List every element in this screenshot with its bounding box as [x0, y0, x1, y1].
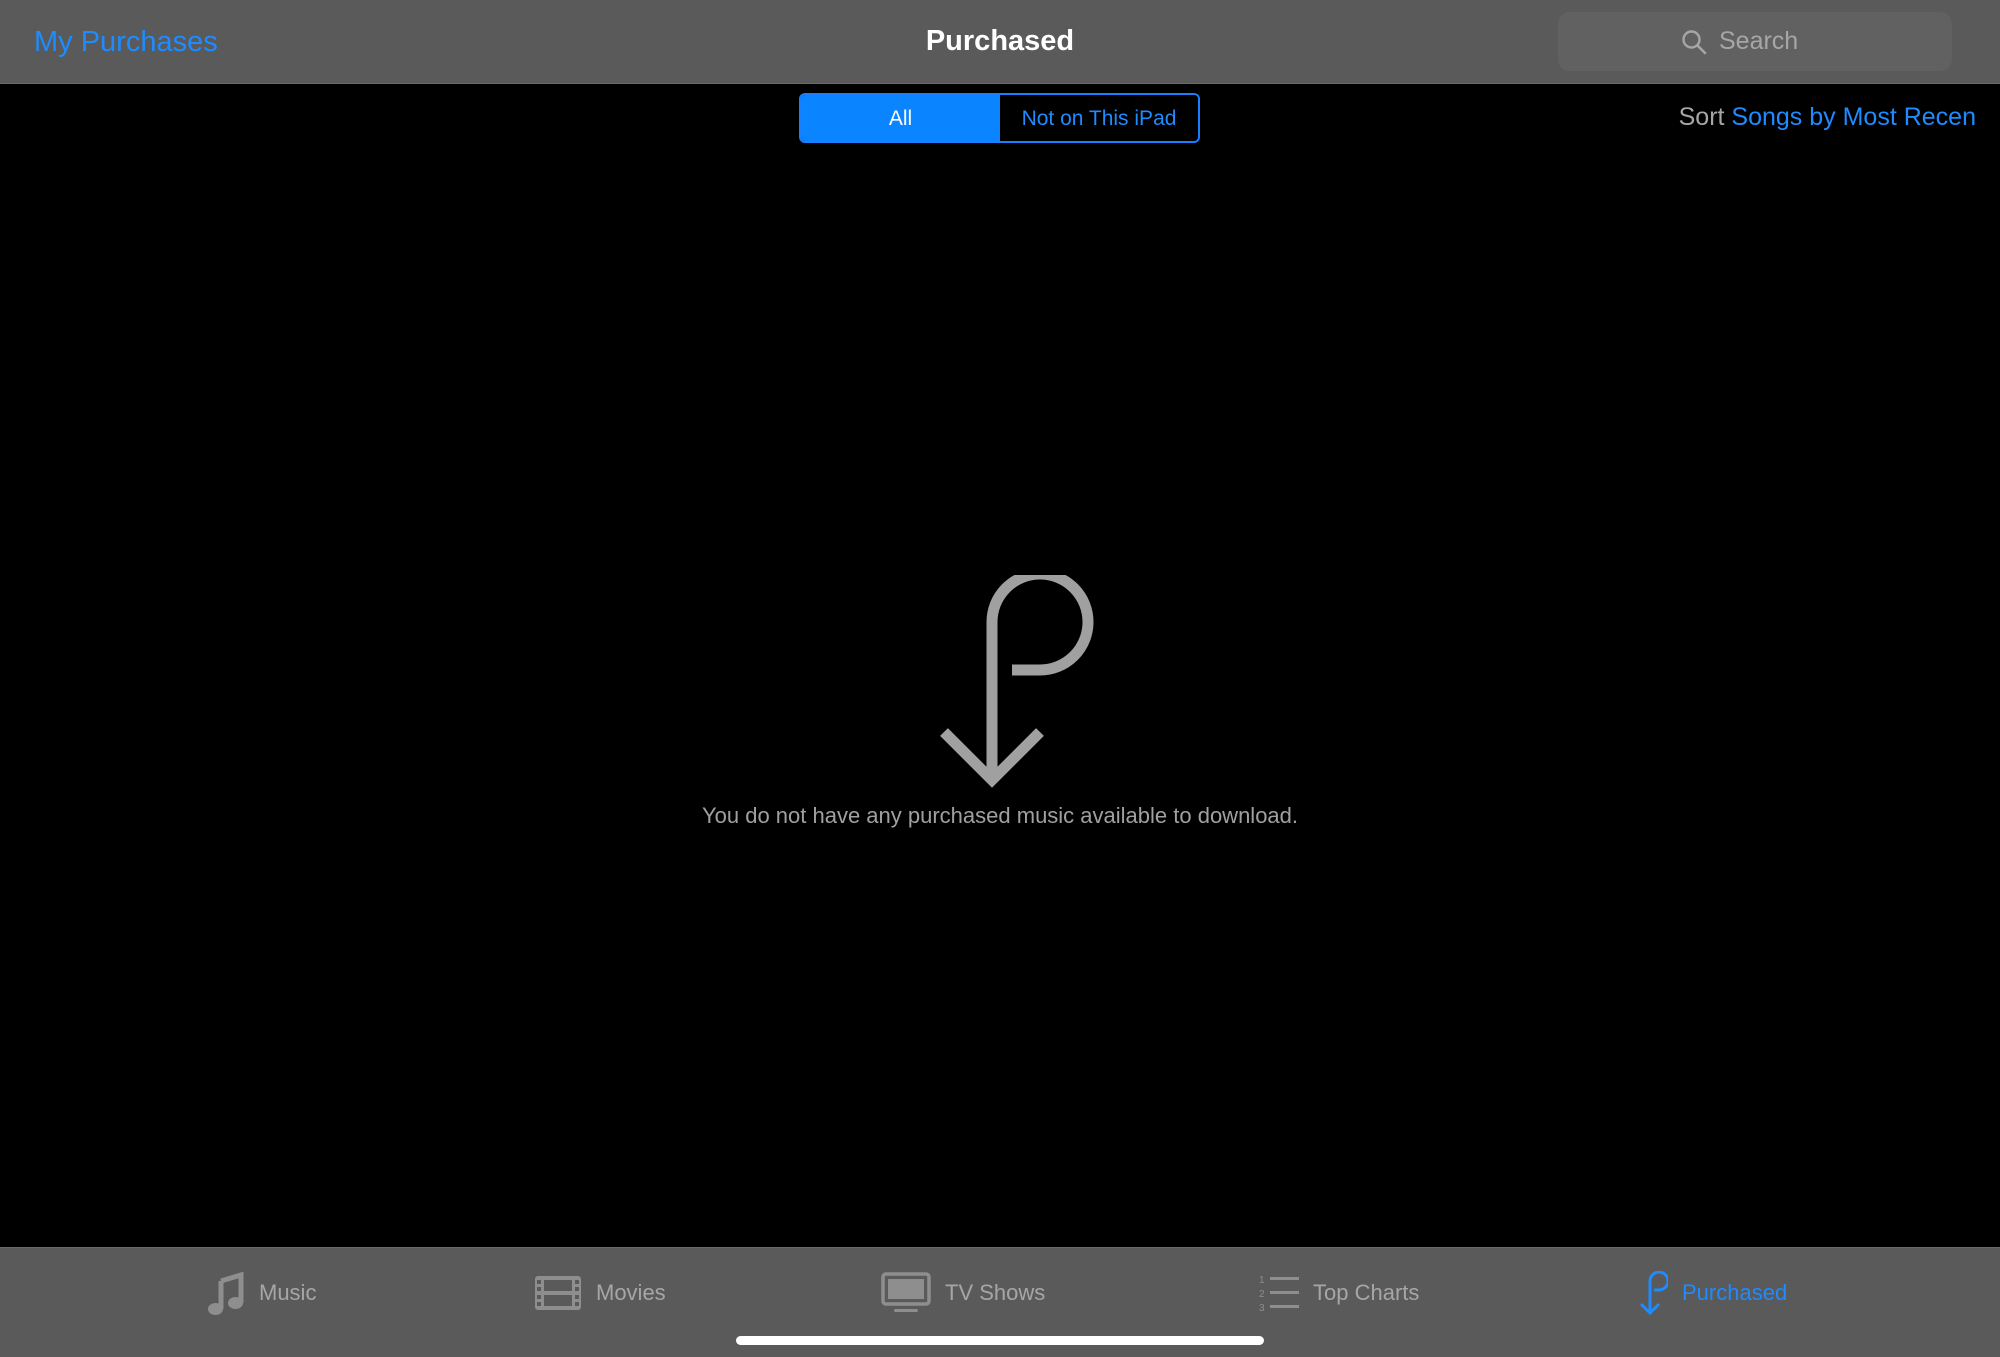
- music-note-icon: [208, 1271, 244, 1315]
- tab-label-music: Music: [259, 1280, 317, 1305]
- purchased-arrow-icon: [940, 575, 1094, 788]
- svg-text:2: 2: [1259, 1289, 1265, 1300]
- tab-label-purchased: Purchased: [1682, 1280, 1788, 1305]
- tab-music[interactable]: Music: [207, 1270, 316, 1316]
- tab-label-top-charts: Top Charts: [1313, 1280, 1420, 1305]
- sort-control[interactable]: Sort Songs by Most Recen: [1679, 100, 1976, 134]
- search-input[interactable]: [1719, 27, 1829, 56]
- tab-purchased[interactable]: Purchased: [1638, 1270, 1787, 1316]
- search-icon: [1682, 29, 1707, 54]
- sort-label: Sort: [1678, 103, 1725, 131]
- tab-top-charts[interactable]: 1 2 3 Top Charts: [1259, 1270, 1419, 1316]
- navigation-bar: My Purchases Purchased: [0, 0, 2000, 84]
- svg-text:3: 3: [1259, 1303, 1265, 1314]
- sort-option-button[interactable]: Songs by Most Recen: [1731, 103, 1976, 131]
- search-field[interactable]: [1558, 12, 1952, 71]
- purchase-filter-segmented-control: All Not on This iPad: [799, 93, 1200, 143]
- svg-text:1: 1: [1259, 1275, 1265, 1286]
- film-strip-icon: [535, 1276, 581, 1310]
- tv-icon: [881, 1272, 931, 1312]
- tab-label-tv-shows: TV Shows: [945, 1280, 1046, 1305]
- segment-all[interactable]: All: [801, 95, 1000, 141]
- itunes-purchased-screen: My Purchases Purchased All Not on This i…: [0, 0, 2000, 1357]
- tab-tv-shows[interactable]: TV Shows: [881, 1270, 1045, 1316]
- segment-not-on-this-ipad[interactable]: Not on This iPad: [1000, 95, 1198, 141]
- numbered-list-icon: 1 2 3: [1259, 1275, 1299, 1314]
- home-indicator[interactable]: [736, 1336, 1264, 1345]
- tab-label-movies: Movies: [596, 1280, 666, 1305]
- empty-state-message: You do not have any purchased music avai…: [701, 803, 1299, 828]
- purchased-arrow-icon: [1639, 1271, 1668, 1315]
- tab-movies[interactable]: Movies: [534, 1270, 666, 1316]
- tab-bar: Music Movies TV Shows 1 2 3 Top Charts P…: [0, 1247, 2000, 1357]
